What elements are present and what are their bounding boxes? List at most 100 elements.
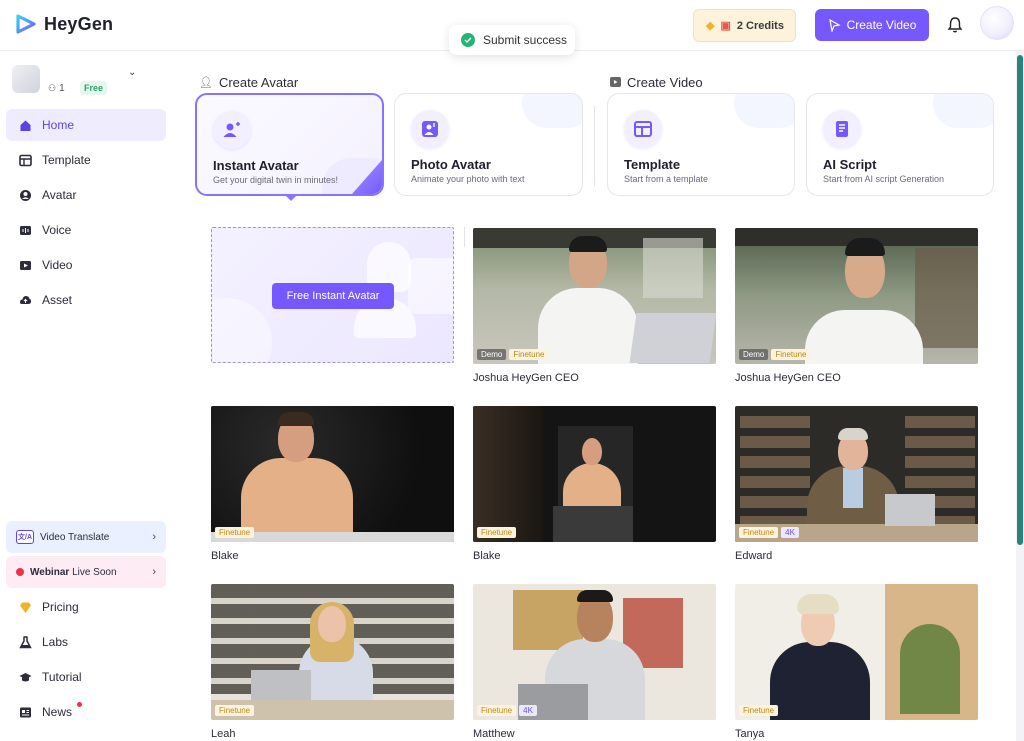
- card-decoration: [933, 94, 993, 128]
- person-plus-icon: [213, 111, 251, 149]
- badge-group: Finetune: [215, 527, 255, 538]
- finetune-badge: Finetune: [739, 527, 779, 538]
- plan-badge: Free: [80, 81, 108, 95]
- credits-button[interactable]: ◆ ▣ 2 Credits: [693, 9, 796, 42]
- main-content: 👤︎ Create Avatar Create Video Instant Av…: [176, 51, 1016, 741]
- workspace-members: ⚇ 1: [48, 83, 65, 94]
- badge-group: Finetune: [739, 705, 779, 716]
- avatar-tile[interactable]: Finetune 4K Matthew: [473, 584, 716, 740]
- sidebar-item-label: Labs: [42, 635, 69, 649]
- sidebar-item-voice[interactable]: Voice: [6, 214, 166, 246]
- translate-icon: 文/A: [16, 530, 34, 544]
- card-title: Instant Avatar: [213, 158, 299, 173]
- avatar-thumbnail[interactable]: Finetune: [735, 584, 978, 720]
- sidebar-item-pricing[interactable]: Pricing: [6, 591, 166, 623]
- bell-icon[interactable]: [946, 16, 964, 34]
- avatar-name: Tanya: [735, 728, 765, 740]
- avatar-thumbnail[interactable]: Finetune: [473, 406, 716, 542]
- workspace-switcher[interactable]: ⚇ 1 Free ⌄: [12, 65, 137, 99]
- sidebar-item-label: News: [42, 705, 73, 719]
- grid-divider: [464, 227, 465, 247]
- free-instant-avatar-button[interactable]: Free Instant Avatar: [272, 283, 394, 309]
- webinar-promo[interactable]: Webinar Live Soon ›: [6, 556, 166, 588]
- card-subtitle: Get your digital twin in minutes!: [213, 175, 339, 185]
- placeholder-decoration: [212, 298, 272, 362]
- sidebar-item-avatar[interactable]: Avatar: [6, 179, 166, 211]
- success-toast: Submit success: [449, 25, 575, 55]
- create-video-label: Create Video: [846, 18, 917, 32]
- placeholder-decoration: [408, 258, 453, 314]
- chevron-right-icon: ›: [152, 566, 156, 578]
- asset-icon: [18, 293, 32, 307]
- sidebar-item-home[interactable]: Home: [6, 109, 166, 141]
- avatar-name: Blake: [473, 550, 501, 562]
- sidebar-item-label: Video: [42, 258, 73, 272]
- script-document-icon: [823, 110, 861, 148]
- diamond-icon: ◆: [706, 20, 715, 32]
- template-card[interactable]: Template Start from a template: [607, 93, 795, 196]
- avatar-thumbnail[interactable]: Demo Finetune: [473, 228, 716, 364]
- avatar-name: Blake: [211, 550, 239, 562]
- badge-group: Finetune 4K: [477, 705, 537, 716]
- sidebar-item-label: Tutorial: [42, 670, 82, 684]
- sidebar-item-video[interactable]: Video: [6, 249, 166, 281]
- badge-group: Demo Finetune: [477, 349, 549, 360]
- avatar-tile[interactable]: Demo Finetune Joshua HeyGen CEO: [473, 228, 716, 384]
- avatar-name: Leah: [211, 728, 236, 740]
- card-subtitle: Animate your photo with text: [411, 174, 525, 184]
- heygen-logo-icon: [16, 14, 36, 34]
- sidebar-item-tutorial[interactable]: Tutorial: [6, 661, 166, 693]
- finetune-badge: Finetune: [477, 527, 517, 538]
- avatar-thumbnail[interactable]: Finetune 4K: [735, 406, 978, 542]
- graduation-cap-icon: [18, 670, 32, 684]
- sidebar-item-label: Home: [42, 118, 75, 132]
- badge-group: Finetune: [477, 527, 517, 538]
- avatar-icon: [18, 188, 32, 202]
- ai-script-card[interactable]: AI Script Start from AI script Generatio…: [806, 93, 994, 196]
- avatar-thumbnail[interactable]: Finetune: [211, 406, 454, 542]
- create-video-heading: Create Video: [610, 75, 703, 90]
- cursor-icon: [828, 18, 841, 32]
- workspace-avatar: [12, 65, 40, 93]
- avatar-tile[interactable]: Finetune Blake: [211, 406, 454, 562]
- avatar-name: Edward: [735, 550, 773, 562]
- create-video-button[interactable]: Create Video: [815, 9, 929, 41]
- avatar-tile[interactable]: Finetune Leah: [211, 584, 454, 740]
- sidebar-item-label: Asset: [42, 293, 73, 307]
- check-circle-icon: [461, 33, 475, 47]
- sidebar-item-news[interactable]: News: [6, 696, 166, 728]
- avatar-thumbnail[interactable]: Finetune 4K: [473, 584, 716, 720]
- video-translate-promo[interactable]: 文/A Video Translate ›: [6, 521, 166, 553]
- chevron-right-icon: ›: [152, 531, 156, 543]
- play-box-icon: [610, 75, 621, 90]
- logo[interactable]: HeyGen: [14, 12, 113, 36]
- news-icon: [18, 705, 32, 719]
- avatar-tile[interactable]: Finetune Tanya: [735, 584, 978, 740]
- card-decoration: [522, 94, 582, 128]
- card-decoration: [734, 94, 794, 128]
- avatar-thumbnail[interactable]: Finetune: [211, 584, 454, 720]
- photo-avatar-card[interactable]: Photo Avatar Animate your photo with tex…: [394, 93, 583, 196]
- sidebar-item-label: Template: [42, 153, 91, 167]
- create-avatar-heading: 👤︎ Create Avatar: [199, 75, 299, 90]
- scrollbar-thumb[interactable]: [1017, 55, 1023, 545]
- avatar-thumbnail[interactable]: Demo Finetune: [735, 228, 978, 364]
- user-avatar[interactable]: [980, 6, 1014, 40]
- diamond-icon: [18, 600, 32, 614]
- sidebar-item-asset[interactable]: Asset: [6, 284, 166, 316]
- free-instant-avatar-placeholder[interactable]: Free Instant Avatar: [211, 227, 454, 363]
- card-title: Template: [624, 157, 681, 172]
- avatar-tile[interactable]: Demo Finetune Joshua HeyGen CEO: [735, 228, 978, 384]
- video-icon: [18, 258, 32, 272]
- template-icon: [18, 153, 32, 167]
- sidebar-item-labs[interactable]: Labs: [6, 626, 166, 658]
- home-icon: [18, 118, 32, 132]
- sidebar-item-template[interactable]: Template: [6, 144, 166, 176]
- instant-avatar-card[interactable]: Instant Avatar Get your digital twin in …: [195, 93, 384, 196]
- section-divider: [594, 106, 595, 186]
- avatar-tile[interactable]: Finetune Blake: [473, 406, 716, 562]
- card-subtitle: Start from a template: [624, 174, 709, 184]
- demo-badge: Demo: [739, 349, 769, 360]
- card-title: AI Script: [823, 157, 877, 172]
- avatar-tile[interactable]: Finetune 4K Edward: [735, 406, 978, 562]
